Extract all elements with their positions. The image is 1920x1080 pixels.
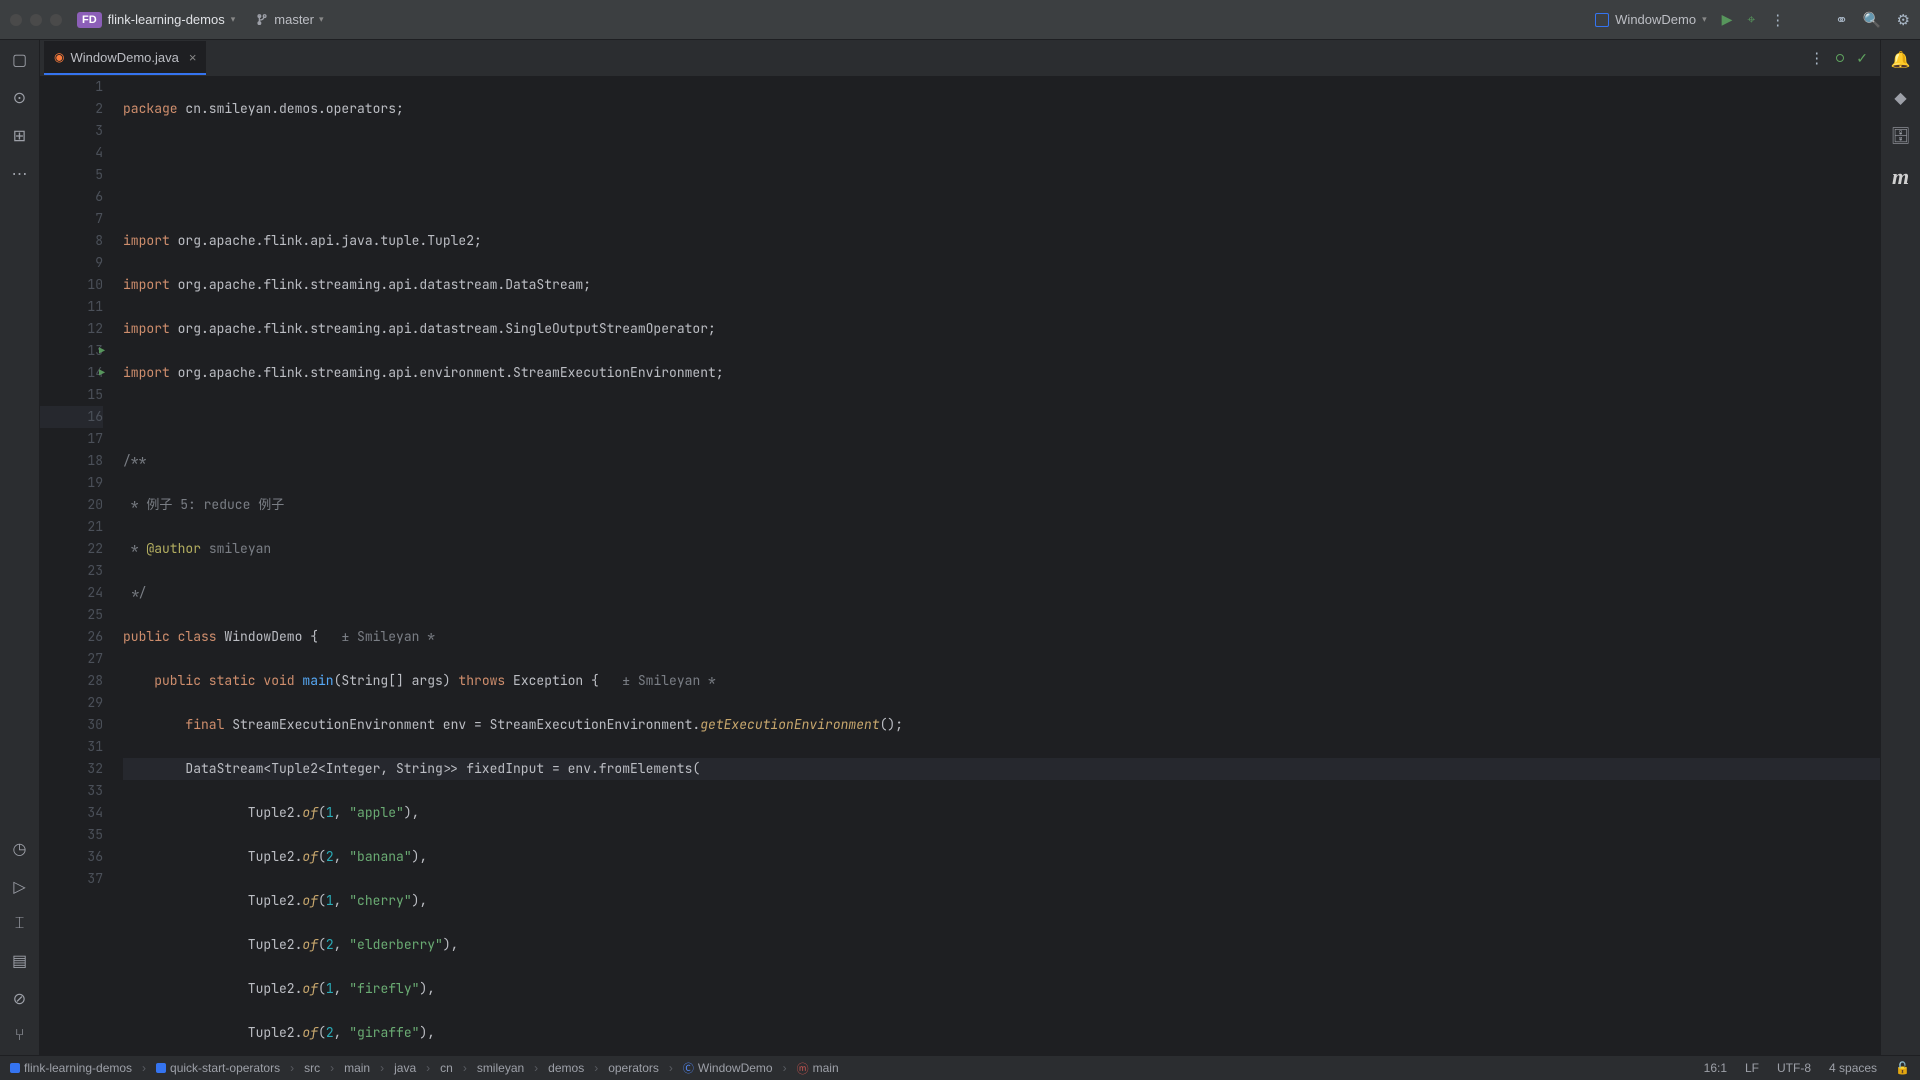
build-tool-icon[interactable]: ◷ [13, 839, 27, 859]
close-tab-icon[interactable]: × [189, 50, 197, 65]
indent-setting[interactable]: 4 spaces [1829, 1061, 1877, 1075]
line-separator[interactable]: LF [1745, 1061, 1759, 1075]
gutter[interactable]: 123456789101112 13▶ 14▶ 1516171819202122… [40, 76, 115, 1055]
branch-icon [255, 13, 269, 27]
vcs-branch[interactable]: master ▾ [255, 12, 323, 27]
code-content[interactable]: package cn.smileyan.demos.operators; imp… [115, 76, 1880, 1055]
project-tool-icon[interactable]: ▢ [12, 50, 27, 70]
debug-button[interactable]: ⌖ [1747, 11, 1755, 28]
titlebar: FD flink-learning-demos ▾ master ▾ Windo… [0, 0, 1920, 40]
close-window-icon[interactable] [10, 14, 22, 26]
tab-windowdemo[interactable]: ◉ WindowDemo.java × [44, 41, 206, 75]
run-button[interactable]: ▶ [1722, 11, 1733, 28]
run-config-name: WindowDemo [1615, 12, 1696, 27]
java-file-icon: ◉ [54, 50, 64, 64]
maximize-window-icon[interactable] [50, 14, 62, 26]
maven-icon[interactable]: m [1892, 164, 1909, 190]
left-tool-rail: ▢ ⊙ ⊞ ⋯ ◷ ▷ ⌶ ▤ ⊘ ⑂ [0, 40, 40, 1055]
notifications-icon[interactable]: 🔔 [1891, 50, 1911, 70]
breadcrumbs[interactable]: flink-learning-demos› quick-start-operat… [10, 1060, 839, 1077]
tab-more-icon[interactable]: ⋮ [1809, 49, 1824, 67]
run-config-icon [1595, 13, 1609, 27]
run-line-icon[interactable]: ▶ [99, 362, 105, 384]
chevron-down-icon[interactable]: ▾ [231, 14, 236, 25]
cursor-position[interactable]: 16:1 [1704, 1061, 1727, 1075]
commit-tool-icon[interactable]: ⊙ [13, 88, 26, 108]
editor-tabs: ◉ WindowDemo.java × ⋮ ✓ [40, 40, 1880, 76]
run-configuration-selector[interactable]: WindowDemo ▾ [1595, 12, 1706, 27]
readonly-lock-icon[interactable]: 🔓 [1895, 1061, 1910, 1075]
search-icon[interactable]: 🔍 [1863, 11, 1882, 29]
more-actions-icon[interactable]: ⋮ [1770, 11, 1785, 29]
tab-filename: WindowDemo.java [70, 50, 178, 65]
run-tool-icon[interactable]: ▷ [13, 877, 25, 897]
right-tool-rail: 🔔 ◆ 🗄 m [1880, 40, 1920, 1055]
project-badge: FD [77, 12, 102, 28]
file-encoding[interactable]: UTF-8 [1777, 1061, 1811, 1075]
ai-assist-icon[interactable]: ◆ [1894, 88, 1906, 108]
settings-icon[interactable]: ⚙ [1897, 11, 1910, 29]
chevron-down-icon: ▾ [1702, 14, 1707, 25]
code-with-me-icon[interactable]: ⚭ [1835, 11, 1848, 29]
structure-tool-icon[interactable]: ⊞ [13, 126, 26, 146]
code-editor[interactable]: 123456789101112 13▶ 14▶ 1516171819202122… [40, 76, 1880, 1055]
module-icon [156, 1063, 166, 1073]
inspection-ok-icon[interactable] [1836, 54, 1844, 62]
services-tool-icon[interactable]: ▤ [12, 951, 27, 971]
chevron-down-icon: ▾ [319, 14, 324, 25]
terminal-tool-icon[interactable]: ⌶ [15, 915, 25, 933]
analysis-check-icon[interactable]: ✓ [1856, 50, 1868, 67]
method-icon: ⓜ [797, 1060, 809, 1077]
status-bar: flink-learning-demos› quick-start-operat… [0, 1055, 1920, 1080]
more-tool-icon[interactable]: ⋯ [12, 164, 28, 184]
minimize-window-icon[interactable] [30, 14, 42, 26]
run-line-icon[interactable]: ▶ [99, 340, 105, 362]
branch-name: master [274, 12, 314, 27]
project-name[interactable]: flink-learning-demos [108, 12, 225, 27]
window-controls[interactable] [10, 14, 62, 26]
vcs-tool-icon[interactable]: ⑂ [15, 1027, 25, 1045]
problems-tool-icon[interactable]: ⊘ [13, 989, 26, 1009]
class-icon: Ⓒ [683, 1060, 694, 1076]
module-icon [10, 1063, 20, 1073]
database-icon[interactable]: 🗄 [1890, 126, 1910, 146]
